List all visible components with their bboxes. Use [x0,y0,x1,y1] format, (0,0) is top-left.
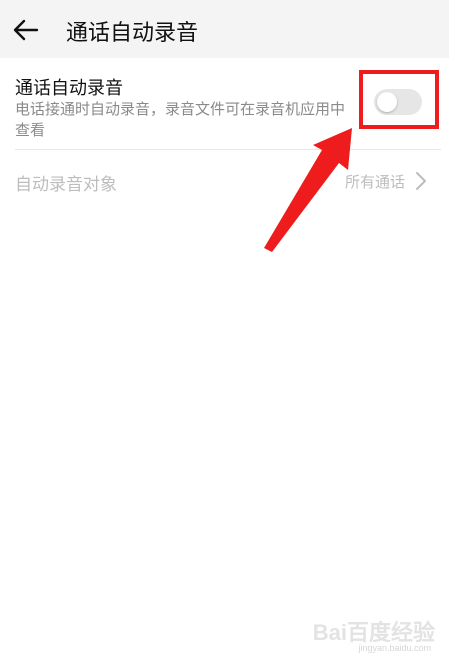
auto-record-target-label: 自动录音对象 [15,175,117,195]
watermark: Bai百度经验 jingyan.baidu.com [313,615,435,657]
auto-record-title: 通话自动录音 [15,78,123,99]
auto-record-description: 电话接通时自动录音，录音文件可在录音机应用中查看 [15,100,346,139]
watermark-sub: jingyan.baidu.com [358,643,431,653]
toggle-knob [377,92,397,112]
page-title: 通话自动录音 [66,21,199,46]
back-button[interactable] [8,12,44,48]
screen: 通话自动录音 通话自动录音 电话接通时自动录音，录音文件可在录音机应用中查看 自… [0,0,449,667]
auto-record-toggle[interactable] [374,89,422,115]
app-bar: 通话自动录音 [0,0,449,58]
divider [15,149,441,150]
chevron-right-icon [416,172,426,190]
arrow-left-icon [13,19,39,41]
auto-record-target-row[interactable]: 自动录音对象 所有通话 [0,156,449,204]
auto-record-target-value: 所有通话 [344,173,405,191]
